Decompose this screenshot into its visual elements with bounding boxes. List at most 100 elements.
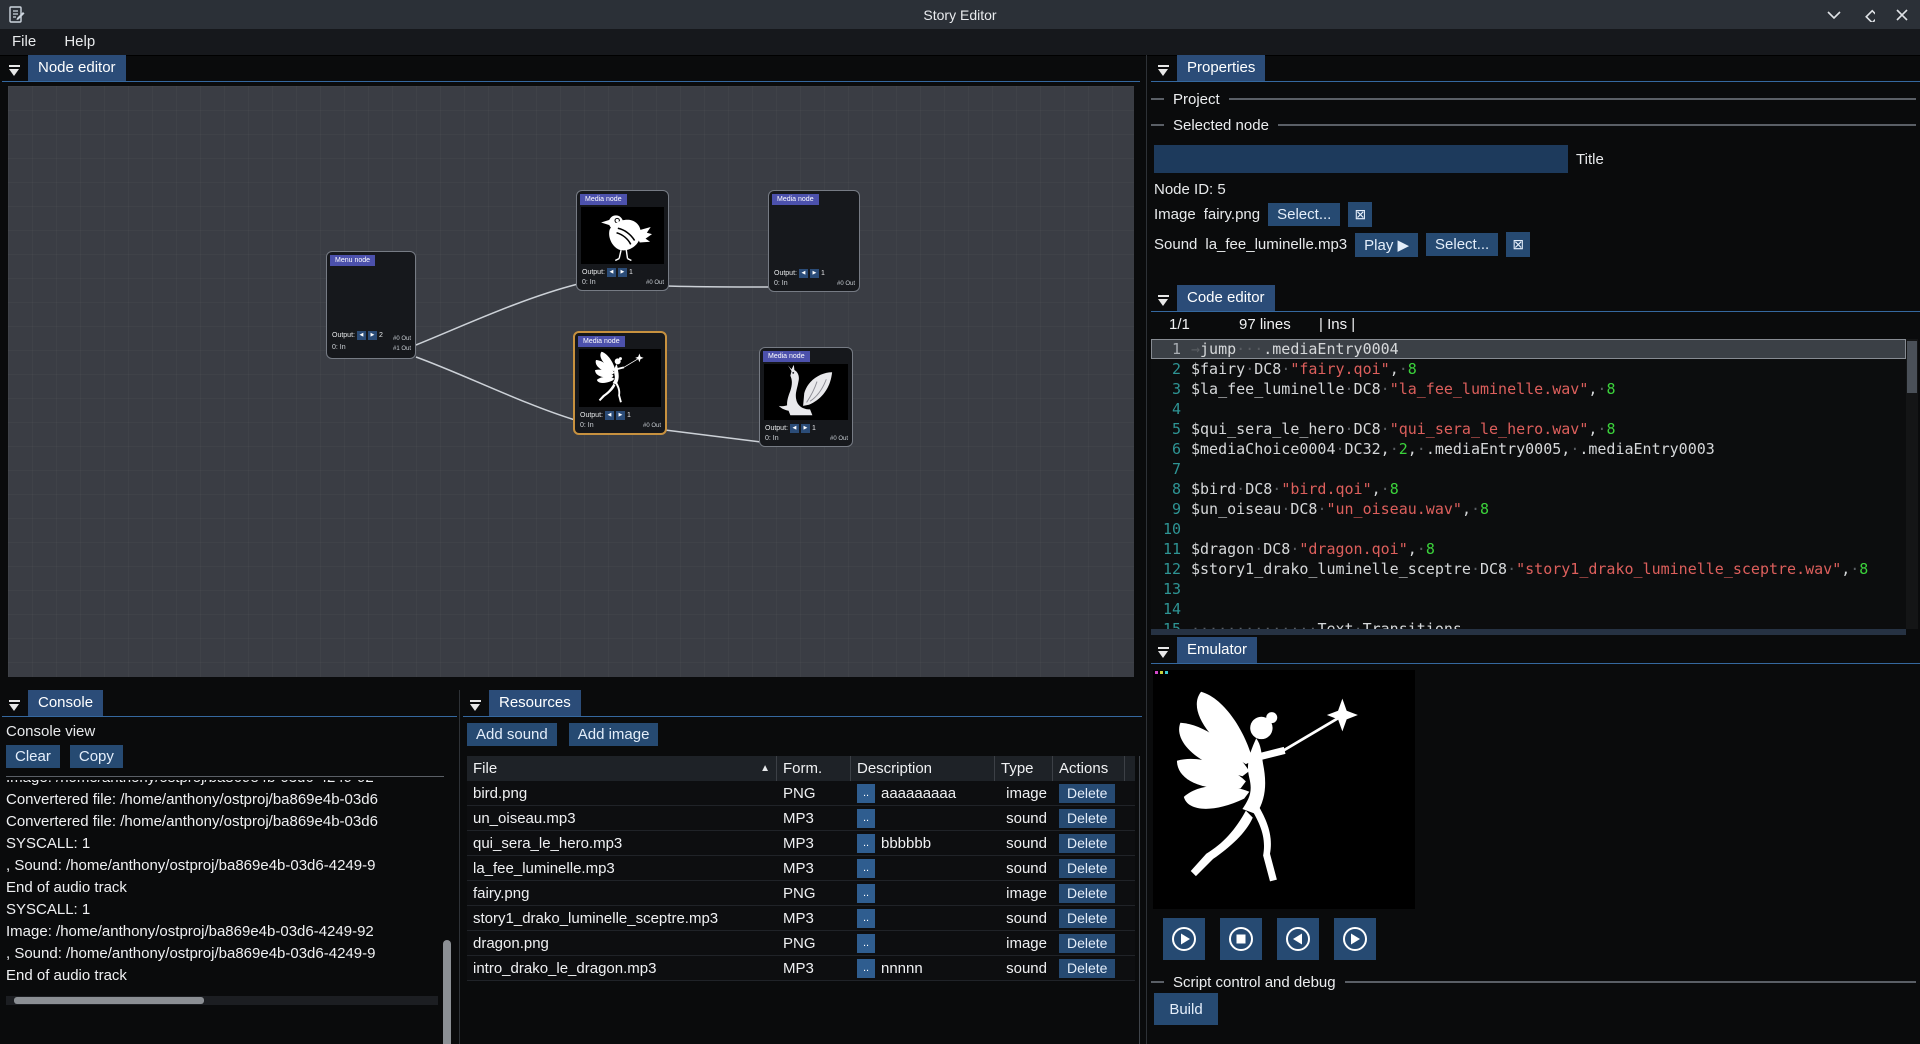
delete-button[interactable]: Delete: [1059, 784, 1115, 803]
tab-resources[interactable]: Resources: [489, 690, 581, 716]
code-text: $bird·DC8·"bird.qoi",·8: [1191, 479, 1399, 499]
collapse-panel-icon[interactable]: [8, 65, 21, 77]
add-sound-button[interactable]: Add sound: [467, 723, 557, 746]
description-cell: ..: [851, 931, 995, 955]
tab-console[interactable]: Console: [28, 690, 103, 716]
delete-button[interactable]: Delete: [1059, 959, 1115, 978]
collapse-panel-icon[interactable]: [1157, 295, 1170, 307]
close-button[interactable]: [1894, 7, 1910, 23]
delete-button[interactable]: Delete: [1059, 859, 1115, 878]
table-row[interactable]: fairy.pngPNG..imageDelete: [467, 881, 1135, 906]
image-clear-button[interactable]: ⊠: [1348, 202, 1372, 227]
actions-cell: Delete: [1053, 906, 1125, 930]
console-horizontal-scrollbar[interactable]: [6, 996, 438, 1005]
menu-help[interactable]: Help: [52, 29, 107, 54]
file-name: la_fee_luminelle.mp3: [467, 856, 777, 880]
table-row[interactable]: la_fee_luminelle.mp3MP3..soundDelete: [467, 856, 1135, 881]
output-prev-button[interactable]: ◀: [605, 411, 614, 420]
code-line: 13: [1151, 579, 1906, 599]
clear-button[interactable]: Clear: [6, 745, 60, 768]
delete-button[interactable]: Delete: [1059, 934, 1115, 953]
build-button[interactable]: Build: [1154, 993, 1218, 1025]
collapse-panel-icon[interactable]: [1157, 65, 1170, 77]
table-row[interactable]: un_oiseau.mp3MP3..soundDelete: [467, 806, 1135, 831]
copy-button[interactable]: Copy: [70, 745, 123, 768]
node-media-fairy[interactable]: Media node Output: ◀ ▶ 1 0: In #0 Out: [573, 331, 667, 435]
edit-description-button[interactable]: ..: [857, 784, 875, 803]
code-horizontal-scrollbar[interactable]: [1151, 629, 1906, 635]
minimize-button[interactable]: [1826, 7, 1842, 23]
table-row[interactable]: dragon.pngPNG..imageDelete: [467, 931, 1135, 956]
column-header-file[interactable]: File ▲: [467, 756, 777, 781]
line-number: 3: [1151, 379, 1191, 399]
edit-description-button[interactable]: ..: [857, 934, 875, 953]
tab-code-editor[interactable]: Code editor: [1177, 285, 1275, 311]
tab-node-editor[interactable]: Node editor: [28, 55, 126, 81]
type: sound: [995, 906, 1053, 930]
menu-file[interactable]: File: [0, 29, 48, 54]
sound-clear-button[interactable]: ⊠: [1506, 232, 1530, 257]
line-number: 2: [1151, 359, 1191, 379]
table-row[interactable]: story1_drako_luminelle_sceptre.mp3MP3..s…: [467, 906, 1135, 931]
stop-button[interactable]: [1220, 918, 1262, 960]
tab-emulator[interactable]: Emulator: [1177, 637, 1257, 663]
collapse-panel-icon[interactable]: [469, 700, 482, 712]
delete-button[interactable]: Delete: [1059, 809, 1115, 828]
output-next-button[interactable]: ▶: [810, 269, 819, 278]
vertical-splitter[interactable]: [1146, 55, 1147, 1044]
table-row[interactable]: qui_sera_le_hero.mp3MP3..bbbbbbsoundDele…: [467, 831, 1135, 856]
code-text: $qui_sera_le_hero·DC8·"qui_sera_le_hero.…: [1191, 419, 1615, 439]
add-image-button[interactable]: Add image: [569, 723, 659, 746]
image-select-button[interactable]: Select...: [1268, 203, 1340, 226]
edit-description-button[interactable]: ..: [857, 959, 875, 978]
output-prev-button[interactable]: ◀: [607, 268, 616, 277]
step-forward-button[interactable]: [1334, 918, 1376, 960]
image-label: Image: [1154, 206, 1196, 223]
edit-description-button[interactable]: ..: [857, 859, 875, 878]
console-resources-splitter[interactable]: [459, 690, 460, 1044]
output-count: 1: [812, 425, 816, 432]
code-text-area[interactable]: 1→jump···.mediaEntry00042$fairy·DC8·"fai…: [1151, 339, 1906, 629]
output-prev-button[interactable]: ◀: [357, 331, 366, 340]
output-next-button[interactable]: ▶: [618, 268, 627, 277]
step-back-button[interactable]: [1277, 918, 1319, 960]
code-vertical-scrollbar[interactable]: [1906, 339, 1918, 629]
table-row[interactable]: intro_drako_le_dragon.mp3MP3..nnnnnsound…: [467, 956, 1135, 981]
tab-properties[interactable]: Properties: [1177, 55, 1265, 81]
actions-cell: Delete: [1053, 856, 1125, 880]
column-header-format[interactable]: Form.: [777, 756, 851, 781]
column-header-type[interactable]: Type: [995, 756, 1053, 781]
output-prev-button[interactable]: ◀: [799, 269, 808, 278]
line-number: 5: [1151, 419, 1191, 439]
code-status-bar: 1/1 97 lines | Ins |: [1151, 316, 1920, 338]
edit-description-button[interactable]: ..: [857, 884, 875, 903]
scrollbar-gutter: [1125, 881, 1137, 905]
play-button[interactable]: [1163, 918, 1205, 960]
output-next-button[interactable]: ▶: [616, 411, 625, 420]
node-media-empty[interactable]: Media node Output: ◀ ▶ 1 0: In #0 Out: [768, 190, 860, 292]
node-menu[interactable]: Menu node Output: ◀ ▶ 2 0: In #0 Out #1 …: [326, 251, 416, 359]
sound-play-button[interactable]: Play ▶: [1355, 233, 1418, 257]
delete-button[interactable]: Delete: [1059, 884, 1115, 903]
sound-select-button[interactable]: Select...: [1426, 233, 1498, 256]
edit-description-button[interactable]: ..: [857, 834, 875, 853]
node-canvas[interactable]: Menu node Output: ◀ ▶ 2 0: In #0 Out #1 …: [8, 86, 1134, 677]
console-vertical-scrollbar[interactable]: [442, 780, 452, 992]
collapse-panel-icon[interactable]: [1157, 647, 1170, 659]
delete-button[interactable]: Delete: [1059, 909, 1115, 928]
output-port-label: #0 Out: [393, 336, 411, 342]
output-next-button[interactable]: ▶: [368, 331, 377, 340]
title-input[interactable]: [1154, 145, 1568, 173]
column-header-description[interactable]: Description: [851, 756, 995, 781]
node-media-dragon[interactable]: Media node Output: ◀ ▶ 1 0: In #0 Out: [759, 347, 853, 447]
table-row[interactable]: bird.pngPNG..aaaaaaaaaimageDelete: [467, 781, 1135, 806]
maximize-button[interactable]: [1860, 7, 1876, 23]
output-next-button[interactable]: ▶: [801, 424, 810, 433]
column-header-actions[interactable]: Actions: [1053, 756, 1125, 781]
collapse-panel-icon[interactable]: [8, 700, 21, 712]
output-prev-button[interactable]: ◀: [790, 424, 799, 433]
edit-description-button[interactable]: ..: [857, 809, 875, 828]
edit-description-button[interactable]: ..: [857, 909, 875, 928]
node-media-bird[interactable]: Media node Output: ◀ ▶ 1 0: In #0 Out: [576, 190, 669, 291]
delete-button[interactable]: Delete: [1059, 834, 1115, 853]
